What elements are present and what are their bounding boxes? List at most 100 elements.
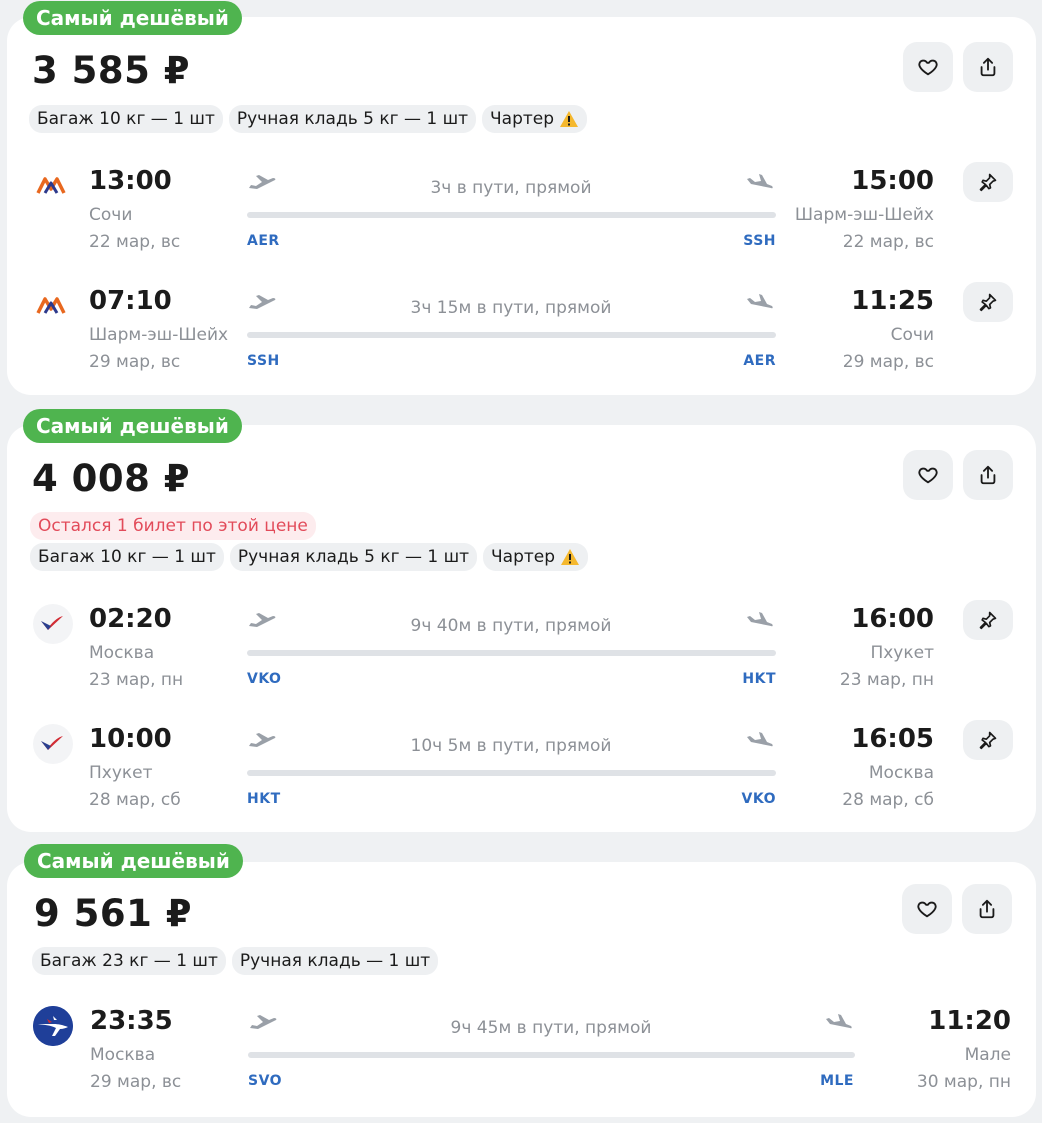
- arrival-code: HKT: [742, 671, 776, 687]
- share-icon: [980, 465, 996, 485]
- departure-time: 13:00: [89, 166, 172, 196]
- airline-logo: [33, 1006, 73, 1046]
- arrival-date: 29 мар, вс: [842, 352, 934, 372]
- departure-city: Сочи: [89, 205, 133, 225]
- arrival-time: 11:25: [851, 286, 934, 316]
- arrival-city: Пхукет: [870, 643, 934, 663]
- pin-button[interactable]: [963, 600, 1013, 640]
- share-button[interactable]: [963, 42, 1013, 92]
- offer-card[interactable]: 9 561 ₽ Багаж 23 кг — 1 шт Ручная кладь …: [7, 862, 1036, 1117]
- departure-time: 07:10: [89, 286, 172, 316]
- departure-code: SVO: [248, 1073, 283, 1089]
- flight-duration: 10ч 5м в пути, прямой: [410, 736, 612, 756]
- departure-code: HKT: [247, 791, 281, 807]
- flight-duration: 3ч в пути, прямой: [430, 178, 592, 198]
- departure-city: Шарм-эш-Шейх: [89, 325, 229, 345]
- charter-tag[interactable]: Чартер: [483, 543, 589, 571]
- arrival-code: VKO: [741, 791, 776, 807]
- hand-luggage-tag: Ручная кладь 5 кг — 1 шт: [229, 543, 478, 571]
- plane-landing-icon: [747, 174, 773, 189]
- departure-code: AER: [247, 233, 280, 249]
- route-bar: [247, 650, 776, 656]
- arrival-city: Сочи: [890, 325, 934, 345]
- heart-icon: [917, 901, 937, 918]
- arrival-date: 22 мар, вс: [842, 232, 934, 252]
- arrival-date: 28 мар, сб: [842, 790, 934, 810]
- offer-card[interactable]: 3 585 ₽ Багаж 10 кг — 1 шт Ручная кладь …: [7, 17, 1036, 395]
- price: 4 008 ₽: [32, 457, 190, 500]
- departure-city: Москва: [90, 1045, 156, 1065]
- flight-segment[interactable]: 13:00 Сочи 22 мар, вс 3ч в пути, прямой …: [7, 162, 1036, 262]
- arrival-time: 11:20: [928, 1006, 1011, 1036]
- route-bar: [248, 1052, 855, 1058]
- pin-icon: [979, 293, 997, 312]
- airline-logo: [33, 724, 73, 764]
- favorite-button[interactable]: [902, 884, 952, 934]
- arrival-city: Мале: [964, 1045, 1011, 1065]
- plane-landing-icon: [826, 1014, 852, 1029]
- departure-date: 28 мар, сб: [89, 790, 181, 810]
- cheapest-badge: Самый дешёвый: [24, 844, 243, 878]
- flight-duration: 9ч 45м в пути, прямой: [450, 1018, 652, 1038]
- pin-icon: [979, 731, 997, 750]
- plane-takeoff-icon: [249, 733, 276, 747]
- departure-code: VKO: [247, 671, 282, 687]
- arrival-code: MLE: [820, 1073, 854, 1089]
- flight-segment[interactable]: 23:35 Москва 29 мар, вс 9ч 45м в пути, п…: [7, 1002, 1036, 1102]
- price: 3 585 ₽: [32, 49, 190, 92]
- arrival-code: AER: [743, 353, 776, 369]
- arrival-time: 16:00: [851, 604, 934, 634]
- baggage-tag: Багаж 10 кг — 1 шт: [29, 105, 223, 133]
- baggage-tag: Багаж 10 кг — 1 шт: [30, 543, 224, 571]
- charter-tag[interactable]: Чартер: [482, 105, 588, 133]
- arrival-city: Москва: [868, 763, 934, 783]
- cheapest-badge: Самый дешёвый: [23, 409, 242, 443]
- share-button[interactable]: [963, 450, 1013, 500]
- pin-icon: [979, 173, 997, 192]
- arrival-time: 16:05: [851, 724, 934, 754]
- departure-time: 02:20: [89, 604, 172, 634]
- flight-segment[interactable]: 07:10 Шарм-эш-Шейх 29 мар, вс 3ч 15м в п…: [7, 282, 1036, 382]
- last-ticket-notice: Остался 1 билет по этой цене: [30, 512, 316, 540]
- flight-duration: 9ч 40м в пути, прямой: [410, 616, 612, 636]
- route-bar: [247, 332, 776, 338]
- departure-city: Москва: [89, 643, 155, 663]
- flight-segment[interactable]: 02:20 Москва 23 мар, пн 9ч 40м в пути, п…: [7, 600, 1036, 700]
- arrival-code: SSH: [743, 233, 776, 249]
- favorite-button[interactable]: [903, 42, 953, 92]
- departure-time: 10:00: [89, 724, 172, 754]
- route-bar: [247, 212, 776, 218]
- plane-landing-icon: [747, 294, 773, 309]
- pin-button[interactable]: [963, 282, 1013, 322]
- arrival-time: 15:00: [851, 166, 934, 196]
- pin-button[interactable]: [963, 720, 1013, 760]
- plane-takeoff-icon: [249, 175, 276, 189]
- flight-segment[interactable]: 10:00 Пхукет 28 мар, сб 10ч 5м в пути, п…: [7, 720, 1036, 820]
- price: 9 561 ₽: [34, 892, 192, 935]
- route-bar: [247, 770, 776, 776]
- departure-date: 22 мар, вс: [89, 232, 181, 252]
- arrival-city: Шарм-эш-Шейх: [794, 205, 934, 225]
- heart-icon: [918, 467, 938, 484]
- share-icon: [979, 899, 995, 919]
- departure-time: 23:35: [90, 1006, 173, 1036]
- pin-button[interactable]: [963, 162, 1013, 202]
- plane-takeoff-icon: [249, 613, 276, 627]
- share-button[interactable]: [962, 884, 1012, 934]
- baggage-tags: Багаж 23 кг — 1 шт Ручная кладь — 1 шт: [32, 947, 439, 975]
- favorite-button[interactable]: [903, 450, 953, 500]
- flight-duration: 3ч 15м в пути, прямой: [410, 298, 612, 318]
- warning-icon: [560, 111, 579, 127]
- departure-date: 29 мар, вс: [90, 1072, 182, 1092]
- departure-code: SSH: [247, 353, 280, 369]
- share-icon: [980, 57, 996, 77]
- baggage-tags: Багаж 10 кг — 1 шт Ручная кладь 5 кг — 1…: [29, 105, 588, 133]
- cheapest-badge: Самый дешёвый: [23, 1, 242, 35]
- baggage-tags: Багаж 10 кг — 1 шт Ручная кладь 5 кг — 1…: [30, 543, 589, 571]
- warning-icon: [561, 549, 580, 565]
- arrival-date: 23 мар, пн: [839, 670, 934, 690]
- arrival-date: 30 мар, пн: [916, 1072, 1011, 1092]
- baggage-tag: Багаж 23 кг — 1 шт: [32, 947, 226, 975]
- hand-luggage-tag: Ручная кладь 5 кг — 1 шт: [228, 105, 477, 133]
- offer-card[interactable]: 4 008 ₽ Остался 1 билет по этой цене Баг…: [7, 425, 1036, 832]
